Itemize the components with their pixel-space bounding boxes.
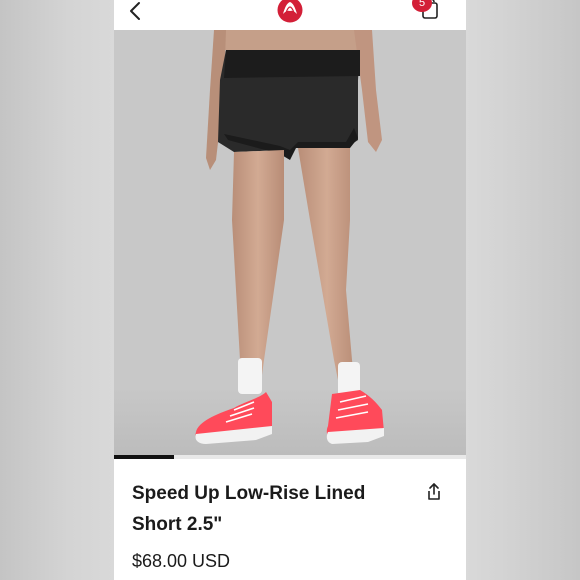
- model-photo: [114, 30, 466, 455]
- background-right: [466, 0, 580, 580]
- product-image[interactable]: [114, 30, 466, 455]
- share-button[interactable]: [424, 482, 444, 502]
- top-nav-bar: 5: [114, 0, 466, 30]
- product-title: Speed Up Low-Rise Lined Short 2.5": [132, 483, 366, 535]
- shopping-bag-button[interactable]: 5: [412, 0, 444, 24]
- product-page: 5 Speed Up Low-Rise Lined Short 2.5" $68…: [114, 0, 466, 580]
- back-button[interactable]: [124, 0, 146, 22]
- product-price: $68.00 USD: [132, 551, 231, 571]
- image-carousel-indicator[interactable]: [114, 455, 466, 459]
- chevron-left-icon: [130, 2, 140, 20]
- background-left: [0, 0, 114, 580]
- share-icon: [428, 483, 440, 500]
- lululemon-logo-icon[interactable]: [277, 0, 303, 23]
- carousel-progress: [114, 455, 174, 459]
